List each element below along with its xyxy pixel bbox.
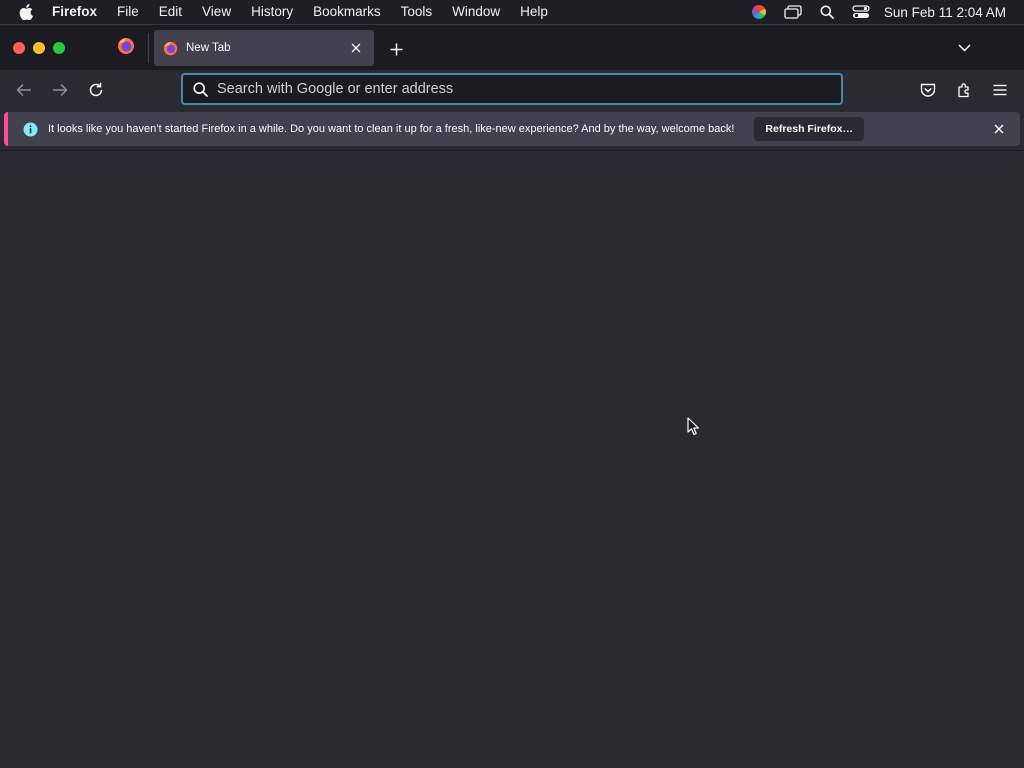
menu-bookmarks[interactable]: Bookmarks: [303, 0, 391, 24]
close-tab-button[interactable]: [344, 36, 368, 60]
apple-logo-icon[interactable]: [0, 0, 52, 24]
list-all-tabs-button[interactable]: [952, 36, 976, 60]
pocket-icon: [920, 83, 936, 97]
pinned-tab-firefox[interactable]: [114, 37, 138, 59]
page-content-area[interactable]: [0, 151, 1024, 768]
tab-new-tab[interactable]: New Tab: [154, 30, 374, 66]
back-arrow-icon: [16, 83, 31, 97]
close-notification-button[interactable]: [988, 118, 1010, 140]
new-tab-button[interactable]: [384, 37, 408, 61]
screen-mirroring-icon[interactable]: [776, 0, 810, 24]
menu-tools[interactable]: Tools: [391, 0, 443, 24]
menu-window[interactable]: Window: [442, 0, 510, 24]
forward-button[interactable]: [48, 78, 72, 102]
menubar-clock[interactable]: Sun Feb 11 2:04 AM: [878, 5, 1024, 20]
close-icon: [994, 124, 1004, 134]
notification-bar: It looks like you haven’t started Firefo…: [4, 112, 1020, 146]
menubar-status-area: Sun Feb 11 2:04 AM: [742, 0, 1024, 24]
extensions-button[interactable]: [952, 78, 976, 102]
refresh-firefox-button[interactable]: Refresh Firefox…: [754, 117, 864, 141]
tab-strip: New Tab: [0, 24, 1024, 70]
window-close-button[interactable]: [13, 42, 25, 54]
tab-title: New Tab: [186, 42, 231, 54]
notification-message: It looks like you haven’t started Firefo…: [48, 123, 735, 135]
firefox-icon: [162, 40, 178, 56]
url-bar[interactable]: [181, 73, 843, 105]
macos-menu-bar: Firefox File Edit View History Bookmarks…: [0, 0, 1024, 24]
mouse-pointer-icon: [687, 417, 700, 436]
extensions-icon: [958, 83, 969, 98]
plus-icon: [390, 43, 402, 55]
control-center-icon[interactable]: [844, 0, 878, 24]
close-icon: [351, 43, 361, 53]
menu-help[interactable]: Help: [510, 0, 558, 24]
menu-edit[interactable]: Edit: [149, 0, 192, 24]
color-wheel-icon[interactable]: [742, 0, 776, 24]
forward-arrow-icon: [53, 83, 68, 97]
menu-history[interactable]: History: [241, 0, 303, 24]
window-maximize-button[interactable]: [53, 42, 65, 54]
search-icon: [185, 75, 215, 103]
back-button[interactable]: [12, 78, 36, 102]
window-minimize-button[interactable]: [33, 42, 45, 54]
firefox-icon: [117, 37, 135, 60]
spotlight-search-icon[interactable]: [810, 0, 844, 24]
app-menu-button[interactable]: [988, 78, 1012, 102]
reload-icon: [89, 82, 103, 97]
info-icon: [16, 122, 44, 137]
hamburger-menu-icon: [993, 84, 1007, 96]
chevron-down-icon: [957, 44, 971, 52]
tab-separator: [148, 33, 149, 63]
menu-app-firefox[interactable]: Firefox: [52, 0, 107, 24]
menu-file[interactable]: File: [107, 0, 149, 24]
save-to-pocket-button[interactable]: [916, 78, 940, 102]
reload-button[interactable]: [84, 78, 108, 102]
navigation-toolbar: [0, 70, 1024, 110]
menu-view[interactable]: View: [192, 0, 241, 24]
url-input[interactable]: [215, 76, 841, 102]
